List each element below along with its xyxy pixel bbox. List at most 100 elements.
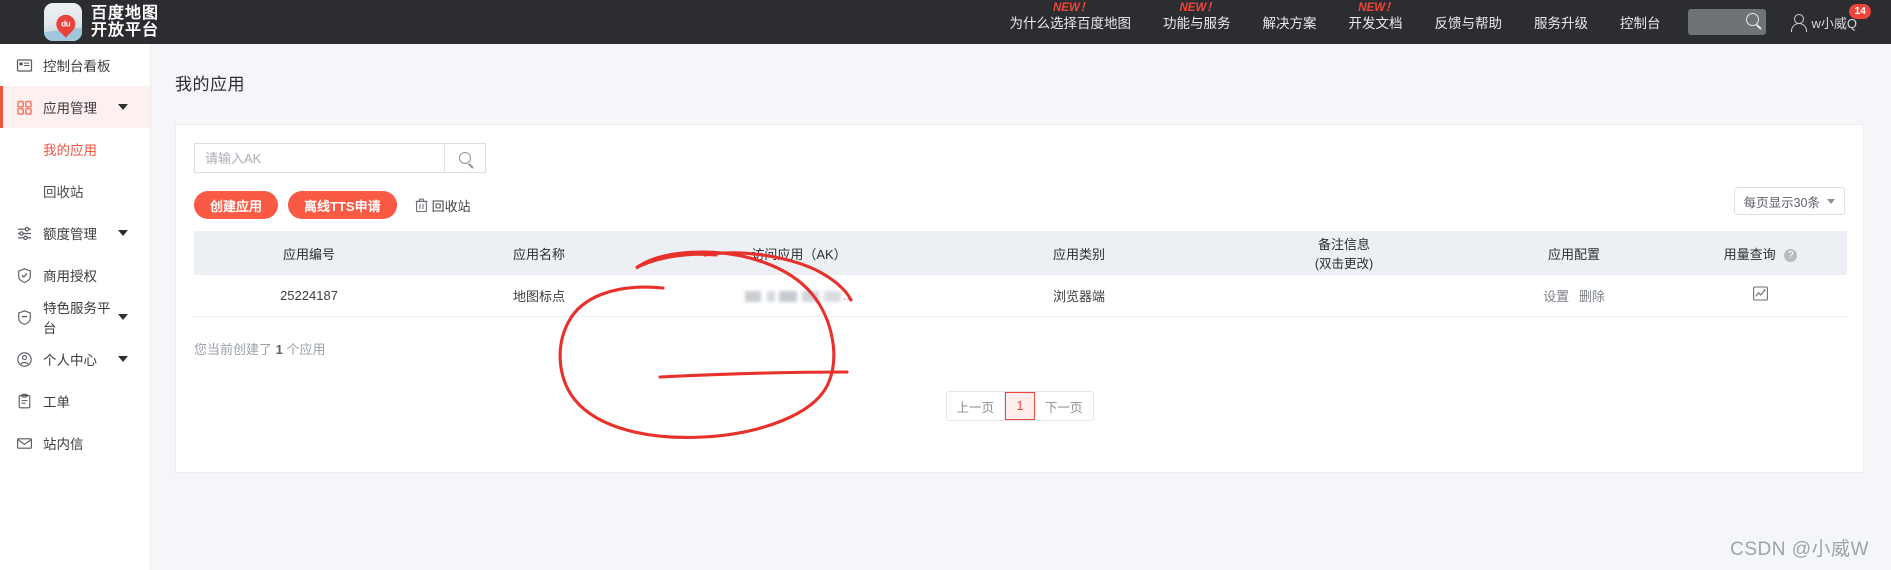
settings-link[interactable]: 设置 <box>1543 289 1569 304</box>
sidebar: 控制台看板 应用管理 我的应用 回收站 额度管理 商用授权 特色服务平台 个人中… <box>0 44 151 570</box>
sidebar-item-inbox-message[interactable]: 站内信 <box>0 422 150 464</box>
sidebar-item-quota-management[interactable]: 额度管理 <box>0 212 150 254</box>
nav-label: 功能与服务 <box>1162 16 1231 31</box>
count-value: 1 <box>275 342 283 357</box>
sidebar-item-label: 特色服务平台 <box>43 301 111 336</box>
envelope-icon <box>16 435 33 452</box>
column-header-app-id: 应用编号 <box>194 231 424 275</box>
sidebar-subitem-label: 回收站 <box>43 185 84 200</box>
chevron-down-icon[interactable] <box>118 230 128 236</box>
avatar-icon <box>1790 14 1808 32</box>
column-label: 访问应用（AK） <box>751 246 847 262</box>
nav-item-why-baidu-map[interactable]: NEW！ 为什么选择百度地图 <box>993 2 1147 32</box>
action-buttons-row: 创建应用 离线TTS申请 回收站 <box>194 191 471 219</box>
nav-label: 开发文档 <box>1348 16 1403 31</box>
new-badge: NEW！ <box>1179 2 1218 14</box>
search-button[interactable] <box>444 143 486 173</box>
create-app-button[interactable]: 创建应用 <box>194 191 279 219</box>
nav-item-dev-docs[interactable]: NEW！ 开发文档 <box>1332 2 1418 32</box>
per-page-label: 每页显示30条 <box>1743 195 1820 210</box>
new-badge: NEW！ <box>1052 2 1092 14</box>
top-nav: NEW！ 为什么选择百度地图 NEW！ 功能与服务 解决方案 NEW！ 开发文档… <box>993 2 1891 35</box>
sidebar-item-label: 站内信 <box>43 437 84 452</box>
chevron-down-icon[interactable] <box>118 314 128 320</box>
chevron-down-icon[interactable] <box>118 104 128 110</box>
search-icon <box>459 152 471 164</box>
message-count-badge[interactable]: 14 <box>1849 3 1871 19</box>
top-header: du 百度地图 开放平台 NEW！ 为什么选择百度地图 NEW！ 功能与服务 解… <box>0 0 1891 44</box>
sidebar-subitem-recycle-bin[interactable]: 回收站 <box>0 170 150 212</box>
nav-label: 服务升级 <box>1533 16 1588 31</box>
nav-item-service-upgrade[interactable]: 服务升级 <box>1518 12 1604 32</box>
column-header-app-name: 应用名称 <box>424 231 654 275</box>
sidebar-item-label: 商用授权 <box>43 269 97 284</box>
column-sublabel: (双击更改) <box>1314 257 1374 271</box>
cell-remark[interactable] <box>1214 275 1474 317</box>
dashboard-icon <box>16 57 33 74</box>
sidebar-item-commercial-license[interactable]: 商用授权 <box>0 254 150 296</box>
clipboard-icon <box>16 393 33 410</box>
search-input[interactable] <box>194 143 444 173</box>
column-header-usage-query: 用量查询 ? <box>1674 231 1847 275</box>
column-label: 应用配置 <box>1547 246 1600 262</box>
offline-tts-request-button[interactable]: 离线TTS申请 <box>288 191 397 219</box>
sidebar-item-label: 控制台看板 <box>43 59 111 74</box>
nav-item-features-services[interactable]: NEW！ 功能与服务 <box>1147 2 1247 32</box>
cell-app-config: 设置 删除 <box>1474 275 1674 317</box>
nav-item-feedback-help[interactable]: 反馈与帮助 <box>1418 12 1518 32</box>
header-search-box[interactable] <box>1688 9 1767 35</box>
logo-line-1: 百度地图 <box>91 4 160 22</box>
column-header-app-config: 应用配置 <box>1474 231 1674 275</box>
sidebar-item-label: 个人中心 <box>43 353 97 368</box>
question-icon[interactable]: ? <box>1784 248 1798 262</box>
recycle-bin-link[interactable]: 回收站 <box>415 196 471 215</box>
count-suffix: 个应用 <box>286 342 326 357</box>
watermark: CSDN @小威W <box>1730 539 1869 560</box>
logo-pin-text: du <box>61 19 71 29</box>
sidebar-item-work-order[interactable]: 工单 <box>0 380 150 422</box>
sidebar-item-featured-service-platform[interactable]: 特色服务平台 <box>0 296 150 338</box>
table-row[interactable]: 25224187 地图标点 ... 浏览器端 设置 删除 <box>194 275 1847 317</box>
chart-icon[interactable] <box>1752 286 1769 304</box>
app-count-text: 您当前创建了 1 个应用 <box>194 339 326 358</box>
cell-app-name: 地图标点 <box>424 275 654 317</box>
pagination: 上一页 1 下一页 <box>945 391 1094 421</box>
cell-app-type: 浏览器端 <box>944 275 1214 317</box>
main-content: 我的应用 创建应用 离线TTS申请 回收站 每页显示30条 <box>151 44 1891 570</box>
ak-masked-value <box>744 290 841 302</box>
sidebar-item-console-dashboard[interactable]: 控制台看板 <box>0 44 150 86</box>
cell-app-id: 25224187 <box>194 275 424 317</box>
sidebar-item-label: 应用管理 <box>43 101 97 116</box>
column-label: 应用编号 <box>282 246 335 262</box>
nav-item-solutions[interactable]: 解决方案 <box>1246 12 1332 32</box>
trash-icon <box>415 198 428 213</box>
nav-label: 反馈与帮助 <box>1434 16 1502 31</box>
page-number-1[interactable]: 1 <box>1005 392 1035 420</box>
cell-access-ak: ... <box>654 275 944 317</box>
sidebar-subitem-my-apps[interactable]: 我的应用 <box>0 128 150 170</box>
apps-table: 应用编号 应用名称 访问应用（AK） 应用类别 备注信息 (双击更改) 应用配置… <box>194 231 1847 317</box>
user-menu[interactable]: w小威Q 14 <box>1790 3 1871 32</box>
chevron-down-icon[interactable] <box>118 356 128 362</box>
grid-icon <box>16 99 33 116</box>
sidebar-item-app-management[interactable]: 应用管理 <box>0 86 150 128</box>
sidebar-subitem-label: 我的应用 <box>43 143 97 158</box>
nav-item-console[interactable]: 控制台 <box>1604 12 1677 32</box>
table-header: 应用编号 应用名称 访问应用（AK） 应用类别 备注信息 (双击更改) 应用配置… <box>194 231 1847 275</box>
table-body: 25224187 地图标点 ... 浏览器端 设置 删除 <box>194 275 1847 317</box>
next-page-button[interactable]: 下一页 <box>1035 392 1093 420</box>
delete-link[interactable]: 删除 <box>1579 289 1605 304</box>
chevron-down-icon <box>1827 198 1835 204</box>
column-label: 应用类别 <box>1052 246 1105 262</box>
site-logo[interactable]: du 百度地图 开放平台 <box>44 3 159 41</box>
count-prefix: 您当前创建了 <box>194 342 273 357</box>
logo-line-2: 开放平台 <box>91 22 160 39</box>
page-title: 我的应用 <box>175 75 245 94</box>
nav-label: 控制台 <box>1619 16 1661 31</box>
per-page-select[interactable]: 每页显示30条 <box>1733 187 1845 215</box>
cell-usage-query <box>1674 275 1847 317</box>
nav-label: 解决方案 <box>1262 16 1317 31</box>
sidebar-item-personal-center[interactable]: 个人中心 <box>0 338 150 380</box>
prev-page-button[interactable]: 上一页 <box>946 392 1005 420</box>
recycle-bin-label: 回收站 <box>431 198 471 214</box>
